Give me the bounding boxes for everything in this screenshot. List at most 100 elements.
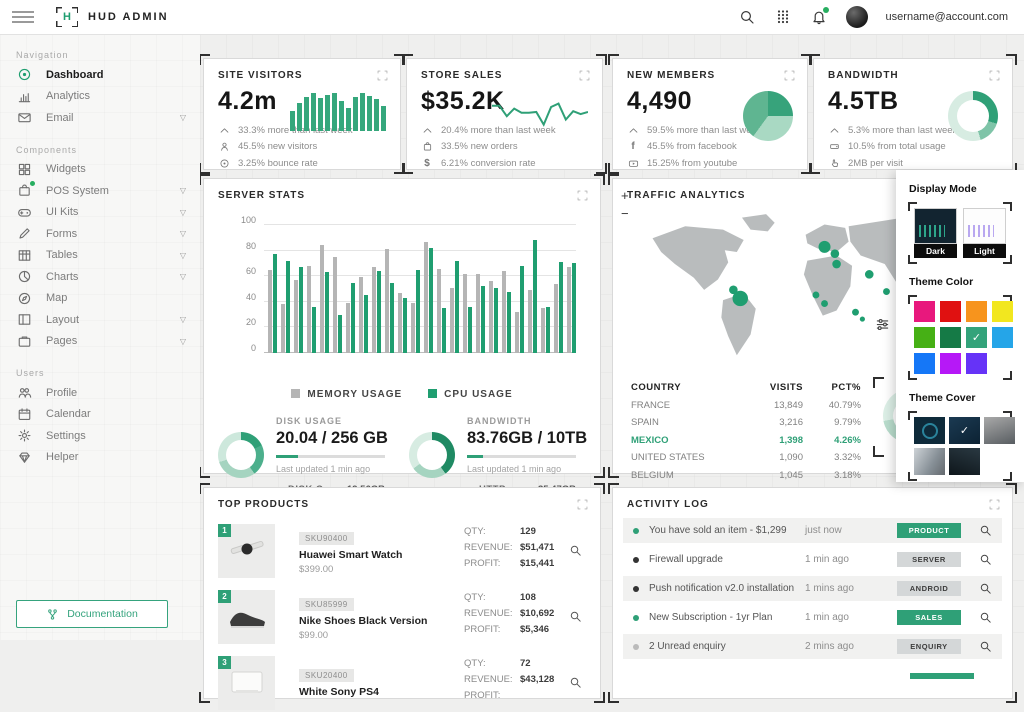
stat-detail-text: 15.25% from youtube (647, 158, 737, 169)
user-avatar[interactable] (846, 6, 868, 28)
theme-cover-option[interactable] (914, 417, 945, 444)
sidebar-item-settings[interactable]: Settings (0, 425, 200, 447)
activity-row[interactable] (623, 663, 1002, 688)
sidebar-item-label: Charts (46, 271, 78, 283)
expand-icon[interactable] (579, 70, 590, 81)
username[interactable]: username@account.com (886, 11, 1008, 23)
stat-detail-line: 45.5% new visitors (218, 139, 388, 156)
theme-cover-option[interactable] (914, 448, 945, 475)
map-traffic-dot[interactable] (865, 270, 874, 279)
mini-bar-chart (290, 91, 386, 131)
facebook-icon: f (627, 141, 639, 152)
expand-icon[interactable] (377, 70, 388, 81)
theme-cover-option[interactable] (949, 448, 980, 475)
map-traffic-dot[interactable] (729, 286, 738, 295)
analytics-icon (16, 88, 32, 104)
theme-color-swatch[interactable] (966, 301, 987, 322)
activity-row[interactable]: Firewall upgrade 1 min ago SERVER (623, 547, 1002, 572)
theme-color-swatch[interactable] (940, 353, 961, 374)
map-traffic-dot[interactable] (831, 249, 840, 258)
sidebar-item-analytics[interactable]: Analytics (0, 86, 200, 108)
notifications-bell-icon[interactable] (810, 8, 828, 26)
theme-color-swatch[interactable]: ✓ (966, 327, 987, 348)
usage-progress-bar (467, 455, 576, 458)
activity-magnifier-icon[interactable] (979, 640, 992, 653)
stat-card-title: SITE VISITORS (218, 70, 303, 81)
map-traffic-dot[interactable] (860, 317, 865, 322)
sidebar-item-ui-kits[interactable]: UI Kits ▽ (0, 202, 200, 224)
expand-icon[interactable] (577, 499, 588, 510)
theme-cover-option[interactable] (984, 417, 1015, 444)
sidebar-item-label: Email (46, 112, 74, 124)
product-name: Nike Shoes Black Version (299, 615, 449, 627)
expand-icon[interactable] (989, 70, 1000, 81)
activity-row[interactable]: Push notification v2.0 installation 1 mi… (623, 576, 1002, 601)
search-icon[interactable] (738, 8, 756, 26)
country-row-belgium[interactable]: BELGIUM1,0453.18% (631, 467, 861, 485)
activity-row[interactable]: New Subscription - 1yr Plan 1 min ago SA… (623, 605, 1002, 630)
theme-color-swatch[interactable] (940, 301, 961, 322)
activity-row[interactable]: 2 Unread enquiry 2 mins ago ENQUIRY (623, 634, 1002, 659)
theme-cover-option[interactable]: ✓ (949, 417, 980, 444)
activity-magnifier-icon[interactable] (979, 582, 992, 595)
hamburger-menu-icon[interactable] (12, 11, 34, 23)
apps-grid-icon[interactable] (774, 8, 792, 26)
theme-color-swatch[interactable] (966, 353, 987, 374)
sidebar-item-tables[interactable]: Tables ▽ (0, 245, 200, 267)
map-zoom-out-button[interactable]: − (621, 209, 629, 219)
map-traffic-dot[interactable] (821, 300, 828, 307)
product-stats: QTY:72 REVENUE:$43,128 PROFIT: (464, 658, 554, 706)
activity-row[interactable]: You have sold an item - $1,299 just now … (623, 518, 1002, 543)
activity-magnifier-icon[interactable] (979, 611, 992, 624)
country-table: COUNTRYVISITSPCT% FRANCE13,84940.79% SPA… (631, 379, 861, 484)
product-magnifier-icon[interactable] (569, 676, 582, 694)
map-zoom-in-button[interactable]: + (621, 191, 629, 201)
activity-magnifier-icon[interactable] (979, 553, 992, 566)
map-traffic-dot[interactable] (883, 288, 890, 295)
map-traffic-dot[interactable] (813, 292, 820, 299)
map-traffic-dot[interactable] (852, 309, 859, 316)
country-row-france[interactable]: FRANCE13,84940.79% (631, 397, 861, 415)
sidebar-item-widgets[interactable]: Widgets (0, 159, 200, 181)
theme-color-swatch[interactable] (914, 301, 935, 322)
stat-card-bandwidth: BANDWIDTH 4.5TB 5.3% more than last week… (813, 58, 1013, 170)
product-magnifier-icon[interactable] (569, 610, 582, 628)
tables-icon (16, 247, 32, 263)
country-row-spain[interactable]: SPAIN3,2169.79% (631, 414, 861, 432)
expand-icon[interactable] (784, 70, 795, 81)
sidebar-item-helper[interactable]: Helper (0, 447, 200, 469)
sidebar-item-calendar[interactable]: Calendar (0, 404, 200, 426)
sidebar-item-pages[interactable]: Pages ▽ (0, 331, 200, 353)
country-row-mexico[interactable]: MEXICO1,3984.26% (631, 432, 861, 450)
sidebar-item-layout[interactable]: Layout ▽ (0, 309, 200, 331)
expand-icon[interactable] (989, 499, 1000, 510)
sidebar-item-profile[interactable]: Profile (0, 382, 200, 404)
bar-group (476, 274, 485, 353)
theme-color-swatch[interactable] (940, 327, 961, 348)
sidebar-item-dashboard[interactable]: Dashboard (0, 64, 200, 86)
activity-magnifier-icon[interactable] (979, 524, 992, 537)
sidebar-item-forms[interactable]: Forms ▽ (0, 223, 200, 245)
documentation-button[interactable]: Documentation (16, 600, 168, 628)
usage-value: 20.04 / 256 GB (276, 429, 399, 448)
country-row-united-states[interactable]: UNITED STATES1,0903.32% (631, 449, 861, 467)
sidebar-item-email[interactable]: Email ▽ (0, 107, 200, 129)
legend-item: CPU USAGE (428, 389, 512, 400)
display-mode-dark[interactable]: Dark (914, 208, 957, 258)
expand-icon[interactable] (577, 190, 588, 201)
map-traffic-dot[interactable] (832, 260, 841, 269)
theme-color-swatch[interactable] (914, 353, 935, 374)
sidebar-item-map[interactable]: Map (0, 288, 200, 310)
server-stats-title: SERVER STATS (218, 190, 305, 201)
theme-color-swatch[interactable] (992, 301, 1013, 322)
theme-color-swatch[interactable] (914, 327, 935, 348)
map-settings-sliders-icon[interactable] (875, 317, 890, 337)
brand-logo[interactable]: H HUD ADMIN (56, 7, 169, 27)
map-traffic-dot[interactable] (819, 241, 831, 253)
theme-color-swatch[interactable] (992, 327, 1013, 348)
sidebar-item-pos-system[interactable]: POS System ▽ (0, 180, 200, 202)
usage-donut-chart (409, 432, 455, 478)
display-mode-light[interactable]: Light (963, 208, 1006, 258)
product-magnifier-icon[interactable] (569, 544, 582, 562)
sidebar-item-charts[interactable]: Charts ▽ (0, 266, 200, 288)
